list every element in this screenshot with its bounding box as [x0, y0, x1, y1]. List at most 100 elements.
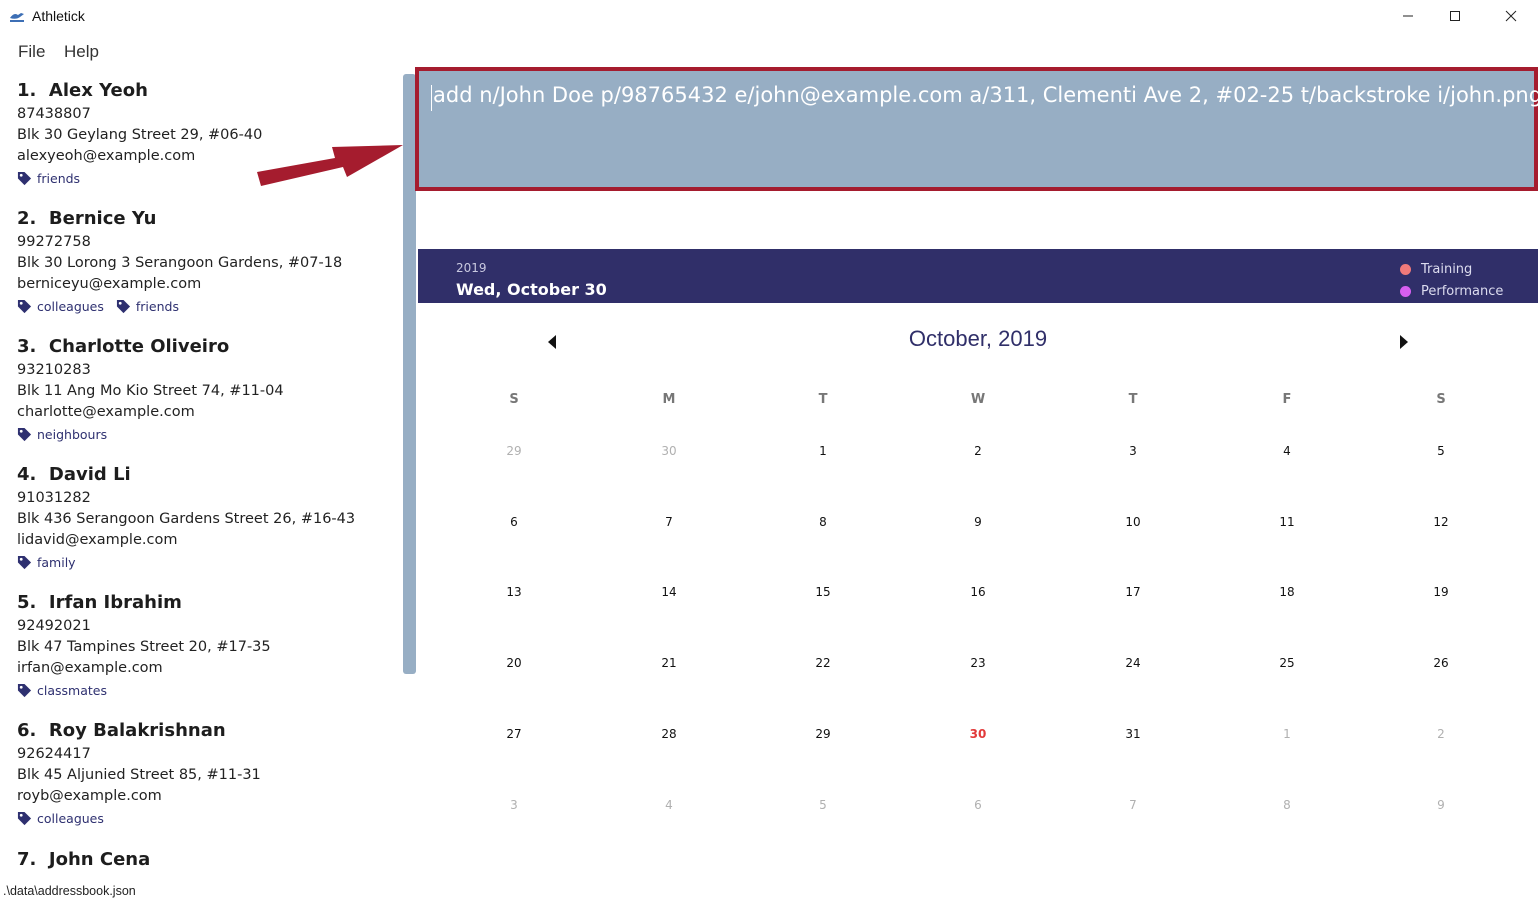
calendar-day[interactable]: 3: [1113, 444, 1153, 458]
calendar-day[interactable]: 31: [1113, 727, 1153, 741]
tag-label: neighbours: [37, 426, 108, 442]
person-tags: classmates: [17, 679, 397, 701]
person-name-text: Irfan Ibrahim: [48, 592, 182, 613]
text-caret: [431, 85, 432, 111]
calendar-day[interactable]: 30: [649, 444, 689, 458]
calendar-selected-date: Wed, October 30: [456, 280, 607, 299]
calendar-day[interactable]: 16: [958, 585, 998, 599]
calendar-day[interactable]: 2: [958, 444, 998, 458]
tag-label: friends: [135, 298, 179, 314]
calendar-day[interactable]: 25: [1267, 656, 1307, 670]
calendar-day[interactable]: 18: [1267, 585, 1307, 599]
person-index: 7.: [17, 849, 37, 870]
calendar-day[interactable]: 28: [649, 727, 689, 741]
calendar-day[interactable]: 11: [1267, 515, 1307, 529]
calendar-day-today[interactable]: 30: [958, 727, 998, 741]
weekday-header: W: [970, 392, 986, 407]
person-name: 3. Charlotte Oliveiro: [17, 334, 397, 360]
calendar-day[interactable]: 9: [958, 515, 998, 529]
person-name: 6. Roy Balakrishnan: [17, 718, 397, 744]
person-card[interactable]: 4. David Li 91031282 Blk 436 Serangoon Gar…: [17, 462, 397, 573]
weekday-header: T: [818, 392, 828, 407]
calendar-day[interactable]: 17: [1113, 585, 1153, 599]
person-card[interactable]: 2. Bernice Yu 99272758 Blk 30 Lorong 3 Ser…: [17, 206, 397, 317]
person-email: irfan@example.com: [17, 660, 163, 676]
menu-help[interactable]: Help: [64, 42, 99, 62]
weekday-header: S: [1436, 392, 1446, 407]
calendar-day[interactable]: 1: [803, 444, 843, 458]
person-tags: family: [17, 551, 397, 573]
person-tags: neighbours: [17, 423, 397, 445]
calendar-day[interactable]: 13: [494, 585, 534, 599]
calendar-day[interactable]: 8: [1267, 798, 1307, 812]
calendar-day[interactable]: 15: [803, 585, 843, 599]
person-name-text: Roy Balakrishnan: [48, 720, 226, 741]
command-box[interactable]: add n/John Doe p/98765432 e/john@example…: [415, 67, 1538, 191]
calendar-day[interactable]: 8: [803, 515, 843, 529]
person-index: 5.: [17, 592, 37, 613]
calendar-day[interactable]: 27: [494, 727, 534, 741]
calendar-day[interactable]: 4: [1267, 444, 1307, 458]
person-email: royb@example.com: [17, 788, 162, 804]
weekday-header: M: [662, 392, 676, 407]
legend-training: Training: [1400, 262, 1472, 277]
calendar-day[interactable]: 29: [803, 727, 843, 741]
calendar-day[interactable]: 22: [803, 656, 843, 670]
person-list[interactable]: 1. Alex Yeoh 87438807 Blk 30 Geylang Stree…: [0, 72, 400, 876]
calendar-day[interactable]: 12: [1421, 515, 1461, 529]
person-index: 3.: [17, 336, 37, 357]
command-input-text[interactable]: add n/John Doe p/98765432 e/john@example…: [433, 83, 1538, 107]
close-button[interactable]: [1488, 0, 1534, 32]
person-index: 4.: [17, 464, 37, 485]
tag-label: family: [37, 554, 76, 570]
calendar-day[interactable]: 6: [958, 798, 998, 812]
person-name-text: John Cena: [48, 849, 151, 870]
calendar-day[interactable]: 9: [1421, 798, 1461, 812]
person-card[interactable]: 3. Charlotte Oliveiro 93210283 Blk 11 Ang …: [17, 334, 397, 445]
minimize-icon: [1403, 15, 1413, 17]
tag-icon: [17, 555, 32, 569]
calendar-day[interactable]: 21: [649, 656, 689, 670]
calendar-day[interactable]: 10: [1113, 515, 1153, 529]
person-name-text: Bernice Yu: [48, 208, 157, 229]
calendar-day[interactable]: 19: [1421, 585, 1461, 599]
person-address: Blk 30 Lorong 3 Serangoon Gardens, #07-1…: [17, 255, 343, 271]
month-title: October, 2019: [908, 326, 1048, 351]
calendar-day[interactable]: 6: [494, 515, 534, 529]
calendar-day[interactable]: 24: [1113, 656, 1153, 670]
person-card[interactable]: 7. John Cena: [17, 847, 397, 873]
person-name: 5. Irfan Ibrahim: [17, 590, 397, 616]
maximize-icon: [1450, 11, 1460, 21]
calendar-day[interactable]: 3: [494, 798, 534, 812]
calendar-day[interactable]: 7: [649, 515, 689, 529]
tag-label: colleagues: [37, 810, 104, 826]
maximize-button[interactable]: [1432, 0, 1478, 32]
calendar-day[interactable]: 4: [649, 798, 689, 812]
person-card[interactable]: 6. Roy Balakrishnan 92624417 Blk 45 Aljuni…: [17, 718, 397, 829]
calendar-day[interactable]: 29: [494, 444, 534, 458]
next-month-button[interactable]: [1398, 334, 1410, 350]
tag-icon: [116, 299, 130, 313]
calendar-year: 2019: [456, 261, 487, 275]
tag-icon: [17, 683, 32, 697]
tag: classmates: [17, 683, 107, 698]
calendar-day[interactable]: 2: [1421, 727, 1461, 741]
calendar-day[interactable]: 5: [1421, 444, 1461, 458]
calendar-day[interactable]: 1: [1267, 727, 1307, 741]
menu-file[interactable]: File: [18, 42, 45, 62]
calendar-day[interactable]: 5: [803, 798, 843, 812]
weekday-header: T: [1128, 392, 1138, 407]
calendar-day[interactable]: 26: [1421, 656, 1461, 670]
tag-icon: [17, 427, 32, 441]
calendar-day[interactable]: 14: [649, 585, 689, 599]
minimize-button[interactable]: [1385, 0, 1431, 32]
tag: neighbours: [17, 427, 107, 442]
calendar-day[interactable]: 7: [1113, 798, 1153, 812]
calendar-day[interactable]: 23: [958, 656, 998, 670]
tag-icon: [17, 811, 32, 825]
calendar-day[interactable]: 20: [494, 656, 534, 670]
tag: friends: [17, 171, 80, 186]
legend-label-performance: Performance: [1421, 284, 1504, 299]
legend-dot-training-icon: [1400, 264, 1411, 275]
person-card[interactable]: 5. Irfan Ibrahim 92492021 Blk 47 Tampines …: [17, 590, 397, 701]
